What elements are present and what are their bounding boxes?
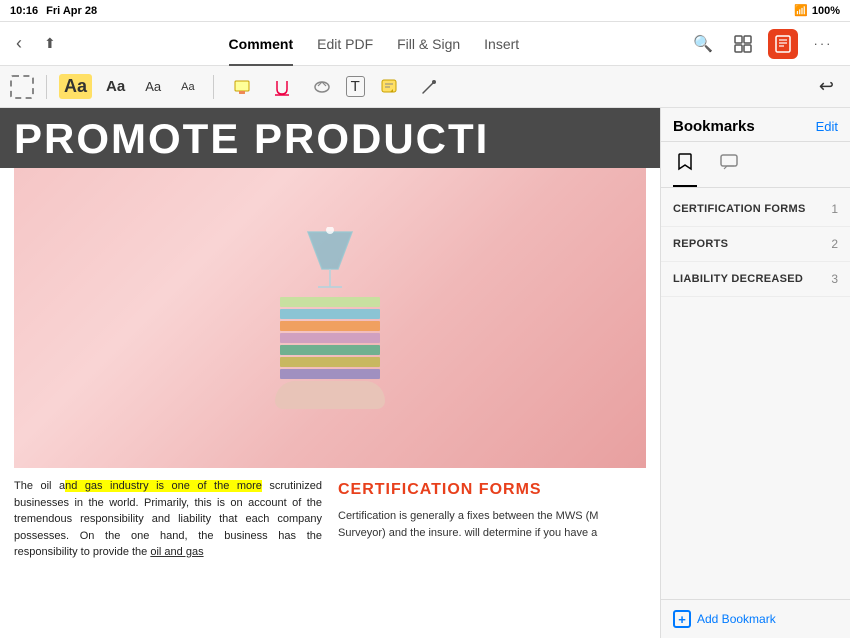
text-size-small[interactable]: Aa (139, 75, 167, 98)
bookmark-item-liability[interactable]: LIABILITY DECREASED 3 (661, 262, 850, 297)
bookmark-item-reports[interactable]: REPORTS 2 (661, 227, 850, 262)
tab-insert[interactable]: Insert (484, 32, 519, 56)
sidebar-edit-button[interactable]: Edit (816, 119, 838, 134)
underline-tool[interactable] (266, 73, 298, 101)
text-size-large[interactable]: Aa (59, 74, 92, 99)
bookmark-num-liability: 3 (831, 272, 838, 286)
top-toolbar: ‹ ⬆ Comment Edit PDF Fill & Sign Insert … (0, 22, 850, 66)
sidebar-bookmarks: Bookmarks Edit CERTIFICATION FORMS 1 (660, 108, 850, 638)
add-bookmark-button[interactable]: + Add Bookmark (673, 610, 776, 628)
bookmark-list: CERTIFICATION FORMS 1 REPORTS 2 LIABILIT… (661, 188, 850, 599)
highlighted-text: nd gas industry is one of the more (65, 480, 262, 492)
text-size-medium[interactable]: Aa (100, 74, 131, 99)
text-box-tool[interactable]: T (346, 76, 365, 97)
add-bookmark-label: Add Bookmark (697, 612, 776, 626)
selection-tool[interactable] (10, 75, 34, 99)
share-button[interactable]: ⬆ (40, 31, 60, 56)
highlight-tool[interactable] (226, 73, 258, 101)
bookmark-item-cert-forms[interactable]: CERTIFICATION FORMS 1 (661, 192, 850, 227)
eraser-tool[interactable] (306, 73, 338, 101)
cocktail-glass-svg (300, 227, 360, 307)
bookmark-num-cert-forms: 1 (831, 202, 838, 216)
status-time: 10:16 (10, 5, 38, 17)
pdf-main-image (14, 168, 646, 468)
bookmark-num-reports: 2 (831, 237, 838, 251)
bookmark-label-cert-forms: CERTIFICATION FORMS (673, 203, 823, 215)
draw-tool[interactable] (413, 73, 445, 101)
main-area: PROMOTE PRODUCTI (0, 108, 850, 638)
back-button[interactable]: ‹ (12, 29, 26, 58)
books-stack (280, 297, 380, 379)
pdf-content: PROMOTE PRODUCTI (0, 108, 660, 638)
tab-bookmarks[interactable] (673, 148, 697, 187)
tab-fill-sign[interactable]: Fill & Sign (397, 32, 460, 56)
tab-comment[interactable]: Comment (229, 32, 294, 56)
status-bar: 10:16 Fri Apr 28 📶 100% (0, 0, 850, 22)
pdf-text-section: The oil and gas industry is one of the m… (0, 468, 660, 571)
more-options-button[interactable]: ··· (808, 29, 838, 59)
pdf-heading-bar: PROMOTE PRODUCTI (0, 108, 660, 168)
status-day: Fri Apr 28 (46, 5, 97, 17)
add-bookmark-icon: + (673, 610, 691, 628)
wifi-icon: 📶 (794, 4, 808, 17)
bookmark-label-reports: REPORTS (673, 238, 823, 250)
sidebar-header: Bookmarks Edit (661, 108, 850, 142)
right-section-heading: CERTIFICATION FORMS (338, 478, 646, 502)
separator-2 (213, 75, 214, 99)
pdf-body-right: CERTIFICATION FORMS Certification is gen… (338, 478, 646, 561)
separator-1 (46, 75, 47, 99)
hand-shape (275, 381, 385, 409)
pdf-page: PROMOTE PRODUCTI (0, 108, 660, 638)
pdf-body-left: The oil and gas industry is one of the m… (14, 478, 322, 561)
sticky-note-tool[interactable] (373, 73, 405, 101)
search-button[interactable]: 🔍 (688, 29, 718, 59)
more-dots-icon: ··· (813, 36, 832, 51)
text-size-tiny[interactable]: Aa (175, 77, 200, 97)
pdf-main-heading: PROMOTE PRODUCTI (14, 118, 646, 160)
annotation-toolbar: Aa Aa Aa Aa T ↩ (0, 66, 850, 108)
tab-comments[interactable] (717, 148, 741, 187)
bookmark-panel-button[interactable] (768, 29, 798, 59)
battery-icon: 100% (812, 5, 840, 17)
tab-edit-pdf[interactable]: Edit PDF (317, 32, 373, 56)
bookmark-label-liability: LIABILITY DECREASED (673, 273, 823, 285)
add-bookmark-area: + Add Bookmark (661, 599, 850, 638)
sidebar-title: Bookmarks (673, 118, 755, 135)
grid-button[interactable] (728, 29, 758, 59)
right-section-body: Certification is generally a fixes betwe… (338, 508, 646, 541)
undo-button[interactable]: ↩ (813, 72, 840, 101)
illustration (275, 227, 385, 409)
sidebar-tabs (661, 142, 850, 188)
text-before-highlight: The oil a (14, 480, 65, 492)
